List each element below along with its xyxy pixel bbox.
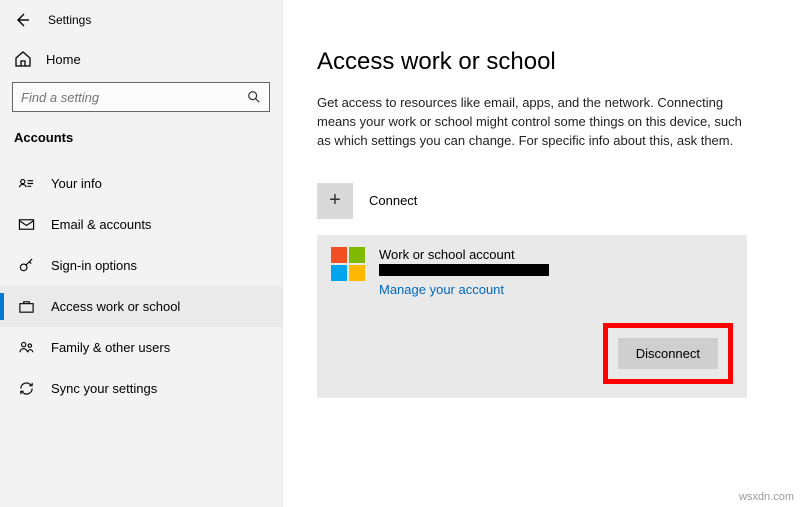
account-card[interactable]: Work or school account Manage your accou… xyxy=(317,235,747,398)
search-container xyxy=(0,76,282,126)
sidebar-item-label: Sync your settings xyxy=(51,381,157,396)
sidebar-item-family-users[interactable]: Family & other users xyxy=(0,327,282,368)
connect-button[interactable]: + Connect xyxy=(317,183,760,219)
plus-icon: + xyxy=(317,183,353,219)
key-icon xyxy=(18,257,35,274)
sidebar-item-label: Access work or school xyxy=(51,299,180,314)
titlebar: Settings xyxy=(0,10,282,42)
manage-account-link[interactable]: Manage your account xyxy=(379,282,549,297)
sidebar-home[interactable]: Home xyxy=(0,42,282,76)
sidebar-category: Accounts xyxy=(0,126,282,163)
page-title: Access work or school xyxy=(317,48,760,76)
account-info: Work or school account Manage your accou… xyxy=(379,247,549,297)
people-icon xyxy=(18,339,35,356)
sidebar-nav: Your info Email & accounts Sign-in optio… xyxy=(0,163,282,409)
sidebar-item-label: Sign-in options xyxy=(51,258,137,273)
watermark: wsxdn.com xyxy=(739,491,794,503)
home-icon xyxy=(14,50,32,68)
sidebar-item-email-accounts[interactable]: Email & accounts xyxy=(0,204,282,245)
person-card-icon xyxy=(18,175,35,192)
mail-icon xyxy=(18,216,35,233)
sidebar-item-your-info[interactable]: Your info xyxy=(0,163,282,204)
microsoft-logo-icon xyxy=(331,247,365,281)
back-icon[interactable] xyxy=(14,12,30,28)
disconnect-button[interactable]: Disconnect xyxy=(618,338,718,369)
page-description: Get access to resources like email, apps… xyxy=(317,94,747,151)
search-icon xyxy=(247,90,261,104)
highlight-annotation: Disconnect xyxy=(603,323,733,384)
search-input[interactable] xyxy=(21,90,247,105)
sidebar-item-sync-settings[interactable]: Sync your settings xyxy=(0,368,282,409)
connect-label: Connect xyxy=(369,193,417,208)
account-header: Work or school account Manage your accou… xyxy=(331,247,733,297)
account-email-redacted xyxy=(379,264,549,276)
sidebar-item-label: Your info xyxy=(51,176,102,191)
search-box[interactable] xyxy=(12,82,270,112)
disconnect-area: Disconnect xyxy=(331,323,733,384)
sidebar-item-signin-options[interactable]: Sign-in options xyxy=(0,245,282,286)
main-content: Access work or school Get access to reso… xyxy=(283,0,800,507)
app-title: Settings xyxy=(48,13,91,27)
sync-icon xyxy=(18,380,35,397)
briefcase-icon xyxy=(18,298,35,315)
sidebar-item-label: Family & other users xyxy=(51,340,170,355)
sidebar: Settings Home Accounts xyxy=(0,0,283,507)
sidebar-item-label: Email & accounts xyxy=(51,217,151,232)
account-title: Work or school account xyxy=(379,247,549,262)
home-label: Home xyxy=(46,52,81,67)
sidebar-item-access-work-school[interactable]: Access work or school xyxy=(0,286,282,327)
